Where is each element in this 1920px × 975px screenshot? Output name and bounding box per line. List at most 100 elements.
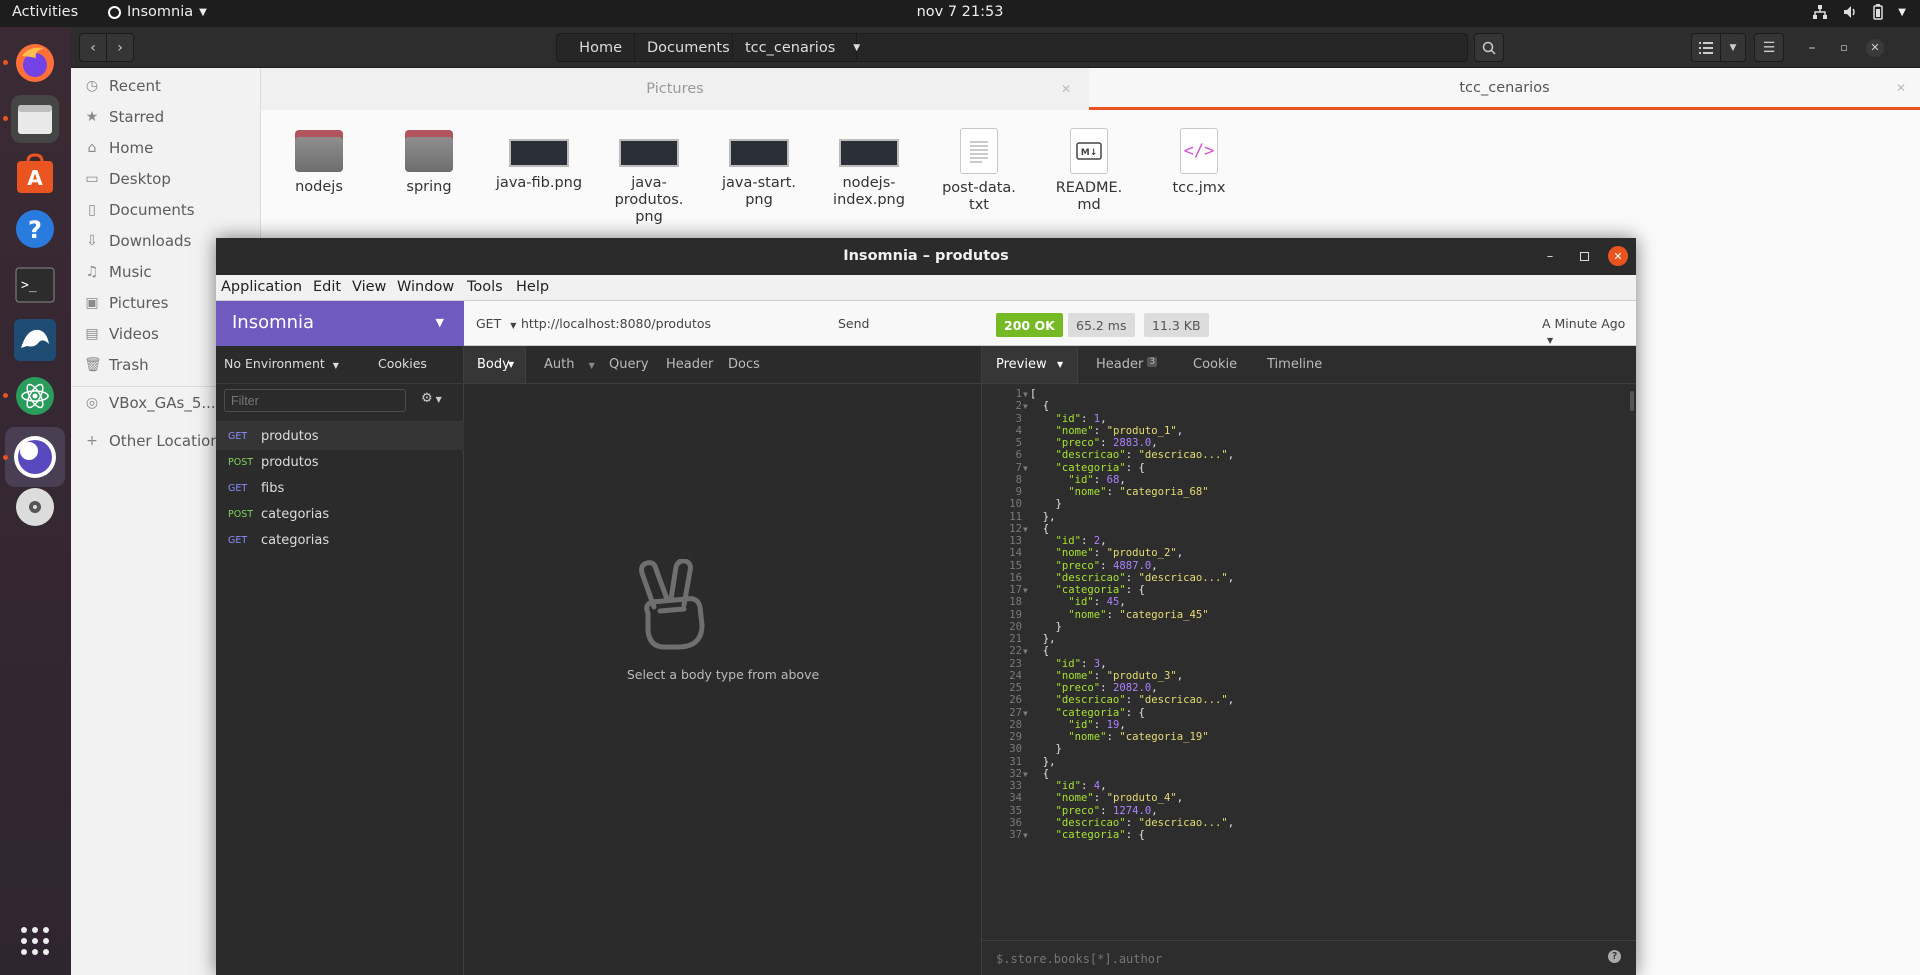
code-text: "id": 1, [1055,412,1107,425]
file-item[interactable]: nodejs [270,127,368,196]
tab-pictures[interactable]: Pictures ✕ [261,68,1089,110]
sidebar-item-desktop[interactable]: ▭ Desktop [84,164,171,194]
line-number: 2 [1015,400,1022,413]
sidebar-item-trash[interactable]: 🗑 Trash [84,350,149,380]
environment-dropdown[interactable]: No Environment ▼ [224,356,339,371]
fold-toggle-icon[interactable]: ▼ [1023,770,1028,779]
fold-toggle-icon[interactable]: ▼ [1023,402,1028,411]
terminal-icon[interactable]: >_ [11,261,59,309]
method-dropdown[interactable]: GET ▼ [476,316,516,331]
fold-toggle-icon[interactable]: ▼ [1023,831,1028,840]
sidebar-item-home[interactable]: ⌂ Home [84,133,154,163]
tab-query[interactable]: Query [609,357,649,372]
mysql-workbench-icon[interactable] [11,316,59,364]
back-button[interactable]: ‹ [79,33,107,62]
minimize-button[interactable]: – [1799,33,1825,62]
request-item-get-categorias[interactable]: GET categorias [216,526,464,554]
sidebar-item-other-locations[interactable]: + Other Locations [84,426,228,456]
menu-button[interactable]: ☰ [1754,33,1784,62]
empty-body-message: Select a body type from above [626,667,820,682]
sidebar-item-starred[interactable]: ★ Starred [84,102,164,132]
fold-toggle-icon[interactable]: ▼ [1023,464,1028,473]
atom-icon[interactable] [11,372,59,420]
scrollbar-thumb[interactable] [1630,391,1634,411]
forward-button[interactable]: › [106,33,134,62]
breadcrumb-home[interactable]: Home [557,34,635,61]
sidebar-item-videos[interactable]: ▤ Videos [84,319,158,349]
system-tray[interactable]: ▼ [1812,4,1906,20]
view-list-button[interactable] [1691,33,1721,62]
clock[interactable]: nov 7 21:53 [917,4,1004,20]
minimize-button[interactable]: – [1540,246,1560,266]
search-button[interactable] [1474,33,1504,62]
files-icon[interactable] [11,95,59,143]
maximize-button[interactable] [1574,246,1594,266]
help-icon[interactable]: ? [1608,950,1621,963]
menu-view[interactable]: View [352,279,386,295]
url-input[interactable]: http://localhost:8080/produtos [521,316,711,331]
menu-edit[interactable]: Edit [313,279,341,295]
app-menu[interactable]: Insomnia ▼ [108,4,207,20]
tab-header[interactable]: Header [666,357,713,372]
file-item[interactable]: java-start. png [710,127,808,209]
maximize-button[interactable]: ▫ [1831,33,1857,62]
sidebar-item-documents[interactable]: ▯ Documents [84,195,194,225]
close-icon[interactable]: ✕ [1061,82,1071,96]
menu-window[interactable]: Window [397,279,454,295]
tab-preview[interactable]: Preview ▼ [982,346,1078,383]
cookies-button[interactable]: Cookies [378,356,427,371]
menu-help[interactable]: Help [516,279,549,295]
send-button[interactable]: Send [838,316,869,331]
settings-dropdown[interactable]: ⚙ ▼ [421,391,442,406]
request-item-get-produtos[interactable]: GET produtos [216,422,464,450]
tab-cookie[interactable]: Cookie [1193,357,1237,372]
tab-tcc-cenarios[interactable]: tcc_cenarios ✕ [1089,68,1920,110]
file-item[interactable]: post-data. txt [930,127,1028,214]
sidebar-item-recent[interactable]: ◷ Recent [84,71,161,101]
sidebar-item-pictures[interactable]: ▣ Pictures [84,288,168,318]
file-item[interactable]: java-fib.png [490,127,588,192]
response-json-viewer[interactable]: 1 ▼[2 ▼ {3 "id": 1, 4 "nome": "produto_1", 5… [982,384,1636,940]
fold-toggle-icon[interactable]: ▼ [1023,390,1028,399]
menu-tools[interactable]: Tools [467,279,503,295]
breadcrumb-documents[interactable]: Documents [635,34,733,61]
disc-icon[interactable] [11,483,59,531]
sidebar-item-music[interactable]: ♫ Music [84,257,152,287]
tab-timeline[interactable]: Timeline [1267,357,1322,372]
menu-application[interactable]: Application [221,279,302,295]
fold-toggle-icon[interactable]: ▼ [1023,647,1028,656]
response-history-dropdown[interactable]: A Minute Ago ▼ [1542,316,1636,346]
request-filter-input[interactable] [224,389,406,412]
sidebar-item-downloads[interactable]: ⇩ Downloads [84,226,191,256]
close-button[interactable]: ✕ [1862,33,1888,62]
fold-toggle-icon[interactable]: ▼ [1023,525,1028,534]
json-path-filter-input[interactable] [996,949,1556,969]
tab-body[interactable]: Body ▼ [464,346,526,383]
tab-auth[interactable]: Auth ▼ [544,357,595,372]
request-item-post-categorias[interactable]: POST categorias [216,500,464,528]
firefox-icon[interactable] [11,39,59,87]
activities-button[interactable]: Activities [12,4,78,20]
file-item[interactable]: java- produtos. png [600,127,698,226]
code-text: { [1030,400,1050,413]
fold-toggle-icon[interactable]: ▼ [1023,586,1028,595]
file-item[interactable]: nodejs- index.png [820,127,918,209]
file-item[interactable]: M↓ README. md [1040,127,1138,214]
software-icon[interactable]: A [11,150,59,198]
request-item-post-produtos[interactable]: POST produtos [216,448,464,476]
breadcrumb-tcc-cenarios[interactable]: tcc_cenarios ▼ [733,34,860,61]
file-item[interactable]: </> tcc.jmx [1150,127,1248,197]
close-icon[interactable]: ✕ [1896,81,1906,95]
sidebar-item-vbox-drive[interactable]: ◎ VBox_GAs_5.... [84,388,221,418]
request-item-get-fibs[interactable]: GET fibs [216,474,464,502]
help-icon[interactable]: ? [11,205,59,253]
view-options-button[interactable]: ▼ [1720,33,1746,62]
app-grid-icon[interactable] [11,917,59,965]
fold-toggle-icon[interactable]: ▼ [1023,709,1028,718]
close-button[interactable]: ✕ [1608,246,1628,266]
tab-response-header[interactable]: Header 3 [1096,357,1158,372]
file-item[interactable]: spring [380,127,478,196]
insomnia-icon[interactable] [5,427,65,487]
tab-docs[interactable]: Docs [728,357,760,372]
workspace-dropdown[interactable]: Insomnia ▼ [216,301,464,346]
